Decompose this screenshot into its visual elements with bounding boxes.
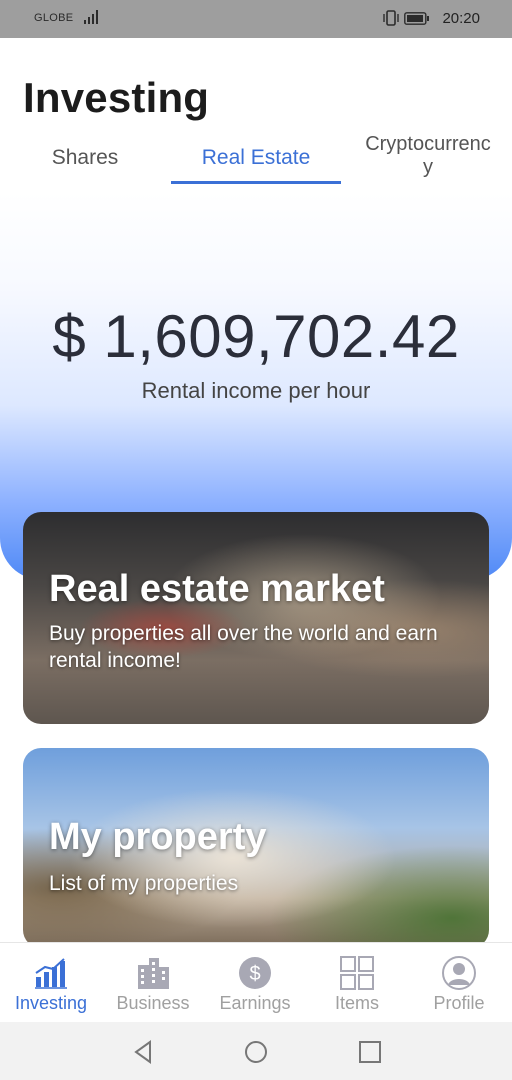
carrier-name: GLOBE (34, 12, 74, 24)
nav-label: Business (116, 993, 190, 1013)
nav-label: Profile (433, 993, 485, 1013)
nav-item-investing[interactable]: Investing (0, 943, 102, 1023)
back-icon[interactable] (130, 1038, 158, 1066)
recents-icon[interactable] (356, 1038, 384, 1066)
rental-income-amount: $ 1,609,702.42 (52, 303, 460, 370)
status-bar: GLOBE 20:20 (0, 0, 512, 38)
svg-text:$: $ (249, 963, 260, 985)
building-icon (135, 955, 171, 991)
dollar-coin-icon: $ (237, 955, 273, 991)
system-navigation-bar (0, 1022, 512, 1080)
page-title: Investing (23, 74, 210, 121)
real-estate-market-card[interactable]: Real estate market Buy properties all ov… (23, 512, 489, 724)
tab-cryptocurrency-label: Cryptocurrency (365, 133, 491, 178)
clock-time: 20:20 (442, 10, 480, 27)
nav-label: Earnings (219, 993, 291, 1013)
tab-shares[interactable]: Shares (0, 130, 170, 186)
active-tab-indicator (171, 181, 341, 184)
nav-label: Investing (14, 993, 88, 1013)
my-property-card[interactable]: My property List of my properties (23, 748, 489, 948)
nav-item-business[interactable]: Business (102, 943, 204, 1023)
vibrate-icon (382, 10, 400, 29)
signal-icon (84, 10, 100, 27)
card-subtitle: List of my properties (49, 872, 239, 895)
grid-icon (339, 955, 375, 991)
bottom-navigation: Investing Business $ Earnings Items Prof… (0, 942, 512, 1023)
nav-item-items[interactable]: Items (306, 943, 408, 1023)
card-title: My property (49, 816, 267, 858)
bar-chart-icon (33, 955, 69, 991)
rental-income-caption: Rental income per hour (141, 378, 371, 403)
tab-real-estate[interactable]: Real Estate (171, 130, 341, 186)
home-icon[interactable] (242, 1038, 270, 1066)
tab-cryptocurrency[interactable]: Cryptocurrency (345, 128, 511, 184)
user-avatar-icon (441, 955, 477, 991)
tab-bar: Shares Real Estate Cryptocurrency (0, 128, 512, 188)
battery-icon (404, 12, 430, 28)
nav-item-earnings[interactable]: $ Earnings (204, 943, 306, 1023)
nav-item-profile[interactable]: Profile (408, 943, 510, 1023)
card-title: Real estate market (49, 568, 385, 610)
card-subtitle: Buy properties all over the world and ea… (49, 622, 438, 672)
nav-label: Items (334, 993, 379, 1013)
